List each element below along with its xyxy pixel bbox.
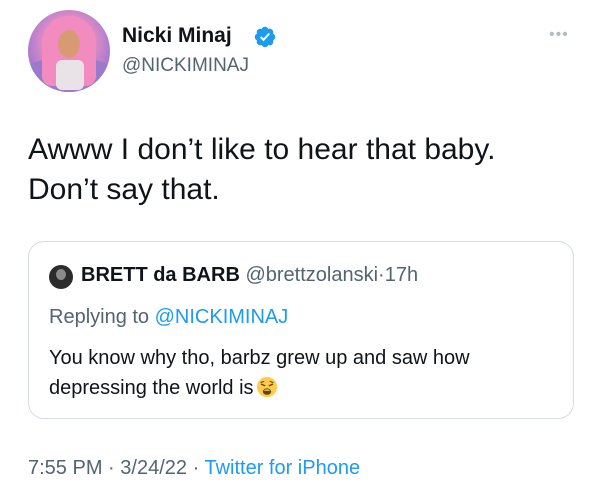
tweet-source-link[interactable]: Twitter for iPhone <box>204 457 360 479</box>
author-avatar[interactable] <box>28 10 110 92</box>
verified-badge-icon <box>254 26 276 48</box>
tweet-card: Nicki Minaj @NICKIMINAJ ••• Awww I don’t… <box>0 0 595 499</box>
avatar-top <box>56 60 84 90</box>
author-handle[interactable]: @NICKIMINAJ <box>122 55 249 77</box>
quoted-author-avatar[interactable] <box>49 265 73 289</box>
replying-to-prefix: Replying to <box>49 306 150 328</box>
replying-to-mention[interactable]: @NICKIMINAJ <box>155 306 289 328</box>
quoted-tweet[interactable]: BRETT da BARB @brettzolanski·17h Replyin… <box>28 241 574 419</box>
quoted-author-name[interactable]: BRETT da BARB <box>81 264 240 286</box>
replying-to-line: Replying to @NICKIMINAJ <box>49 306 288 329</box>
quoted-text-line-2: depressing the world is <box>49 373 559 403</box>
footer-separator-2: · <box>192 457 200 479</box>
tweet-date[interactable]: 3/24/22 <box>120 457 187 479</box>
quoted-text-line-1: You know why tho, barbz grew up and saw … <box>49 347 470 369</box>
author-display-name[interactable]: Nicki Minaj <box>122 24 232 48</box>
quoted-age[interactable]: 17h <box>385 264 418 286</box>
more-options-icon[interactable]: ••• <box>549 26 569 44</box>
tweet-text-line-2: Don’t say that. <box>28 173 220 206</box>
footer-separator-1: · <box>108 457 115 479</box>
tweet-text: Awww I don’t like to hear that baby. Don… <box>28 130 568 210</box>
quoted-tweet-text: You know why tho, barbz grew up and saw … <box>49 343 559 403</box>
quoted-separator: · <box>378 264 385 286</box>
quoted-text-line-2-text: depressing the world is <box>49 377 254 399</box>
tweet-text-line-1: Awww I don’t like to hear that baby. <box>28 133 496 166</box>
quoted-author-handle[interactable]: @brettzolanski <box>245 264 378 286</box>
tweet-time[interactable]: 7:55 PM <box>28 457 102 479</box>
avatar-face <box>58 30 80 58</box>
quoted-tweet-header: BRETT da BARB @brettzolanski·17h <box>81 264 418 287</box>
weary-face-emoji-icon <box>256 376 277 398</box>
tweet-footer: 7:55 PM · 3/24/22 · Twitter for iPhone <box>28 457 360 480</box>
